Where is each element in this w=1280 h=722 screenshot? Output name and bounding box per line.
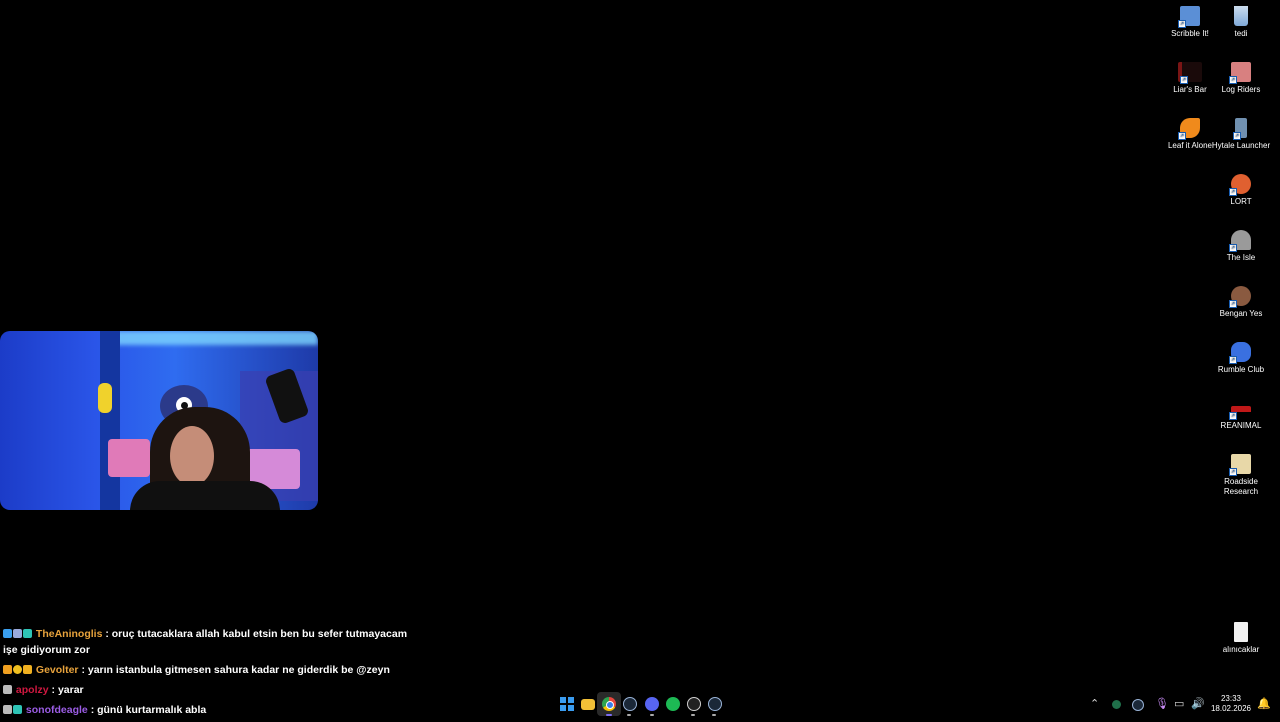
obs-icon[interactable] [687,697,701,711]
hytale-launcher-icon: ↗ [1233,118,1247,140]
the-isle-icon: ↗ [1229,230,1251,252]
chat-text: : yarın istanbula gitmesen sahura kadar … [81,664,390,676]
chat-username: TheAninoglis [35,628,103,640]
clock-date: 18.02.2026 [1210,704,1252,713]
webcam-overlay [0,331,318,510]
windows-start-icon[interactable] [560,697,574,711]
desktop-icon-label: Scribble It! [1171,29,1209,38]
streamer-face [170,426,214,486]
desktop-icon-label: LORT [1230,197,1252,206]
steam-tray-icon[interactable] [1132,699,1144,711]
desktop-icon-log-riders[interactable]: ↗ Log Riders [1210,62,1272,95]
steam-alt-running-indicator [712,714,716,716]
chat-username: Gevolter [35,664,79,676]
desktop-icon-label: Roadside Research [1223,477,1259,496]
led-strip [110,331,318,345]
desktop-icon-lort[interactable]: ↗ LORT [1210,174,1272,207]
chat-message: TheAninoglis : oruç tutacaklara allah ka… [3,626,423,658]
badge-icon [3,629,12,638]
figurine [98,383,112,413]
desktop-icon-label: Rumble Club [1217,365,1265,374]
discord-icon[interactable] [645,697,659,711]
desktop-icon-label: alınıcaklar [1222,645,1260,654]
desktop-icon-label: REANIMAL [1220,421,1262,430]
steam-alt-icon[interactable] [708,697,722,711]
desktop-icon-label: The Isle [1226,253,1256,262]
recycle-bin-icon [1234,6,1248,26]
nvidia-icon[interactable] [1112,700,1121,709]
wall-panel [100,331,120,510]
clock-time: 23:33 [1220,694,1242,703]
taskbar [0,688,1280,720]
desktop-icon-hytale-launcher[interactable]: ↗ Hytale Launcher [1210,118,1272,151]
log-riders-icon: ↗ [1229,62,1251,84]
leaf-it-alone-icon: ↗ [1178,118,1200,140]
discord-running-indicator [650,714,654,716]
chrome-icon[interactable] [602,697,616,711]
steam-running-indicator [627,714,631,716]
badge-icon [13,629,22,638]
file-explorer-icon[interactable] [581,699,595,710]
badge-icon [23,629,32,638]
chat-message: Gevolter : yarın istanbula gitmesen sahu… [3,662,423,678]
desktop-icon-tedi[interactable]: tedi [1210,6,1272,39]
network-icon[interactable]: ▭ [1174,697,1184,710]
clock[interactable]: 23:33 18.02.2026 [1206,694,1256,714]
desktop-icon-bengan-yes[interactable]: ↗ Bengan Yes [1210,286,1272,319]
badge-icon [3,665,12,674]
reanimal-icon: ↗ [1229,406,1251,420]
chat-text: işe gidiyorum zor [3,644,90,656]
desktop-icon-alinicaklar[interactable]: alınıcaklar [1210,622,1272,655]
desktop-icon-label: Log Riders [1221,85,1261,94]
bengan-yes-icon: ↗ [1229,286,1251,308]
badge-icon [23,665,32,674]
obs-running-indicator [691,714,695,716]
pillow [108,439,150,477]
desktop-icon-label: Bengan Yes [1219,309,1263,318]
desktop-icon-rumble-club[interactable]: ↗ Rumble Club [1210,342,1272,375]
desktop-icon-the-isle[interactable]: ↗ The Isle [1210,230,1272,263]
desktop-icon-reanimal[interactable]: ↗ REANIMAL [1210,398,1272,431]
scribble-it-icon: ↗ [1178,6,1200,28]
microphone-icon[interactable]: 🎙 [1155,697,1169,710]
desktop-icon-label: Leaf it Alone [1167,141,1213,150]
notification-icon[interactable]: 🔔 [1257,697,1271,710]
lort-icon: ↗ [1229,174,1251,196]
desktop-icon-label: Hytale Launcher [1211,141,1271,150]
chevron-up-icon[interactable]: ⌃ [1090,697,1099,710]
text-file-icon [1234,622,1248,642]
desktop-icon-roadside-research[interactable]: ↗ Roadside Research [1210,454,1272,497]
spotify-icon[interactable] [666,697,680,711]
liars-bar-icon: ↗ [1178,62,1202,84]
streamer-body [130,481,280,510]
roadside-research-icon: ↗ [1229,454,1251,476]
volume-icon[interactable]: 🔊 [1191,697,1205,710]
badge-icon [13,665,22,674]
steam-icon[interactable] [623,697,637,711]
desktop-icon-label: Liar's Bar [1173,85,1207,94]
rumble-club-icon: ↗ [1229,342,1251,364]
chat-text: : oruç tutacaklara allah kabul etsin ben… [105,628,408,640]
desktop-icon-label: tedi [1234,29,1248,38]
chrome-running-indicator [606,714,612,716]
